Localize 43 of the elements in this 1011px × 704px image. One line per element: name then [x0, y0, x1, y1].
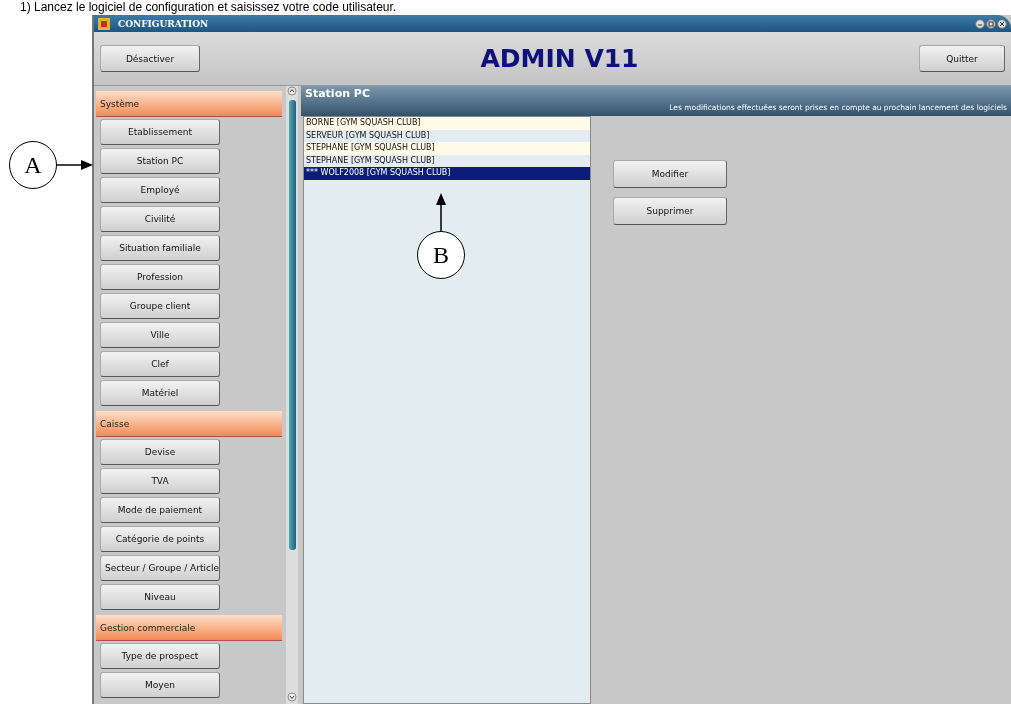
list-item[interactable]: STEPHANE [GYM SQUASH CLUB]	[304, 142, 590, 155]
close-icon[interactable]	[997, 18, 1007, 29]
panel-title: Station PC	[305, 86, 371, 102]
action-button[interactable]: Supprimer	[613, 197, 727, 225]
sidebar-button[interactable]: Moyen	[100, 672, 220, 698]
deactivate-button[interactable]: Désactiver	[100, 45, 200, 72]
sidebar-button[interactable]: Matériel	[100, 380, 220, 406]
callout-label: A	[9, 141, 57, 189]
sidebar-button[interactable]: Clef	[100, 351, 220, 377]
callout-arrow	[57, 159, 93, 171]
sidebar-button[interactable]: Employé	[100, 177, 220, 203]
sidebar-button[interactable]: Etablissement	[100, 119, 220, 145]
section-header: Gestion commerciale	[96, 615, 282, 641]
scrollbar[interactable]	[286, 86, 298, 704]
sidebar-button[interactable]: Catégorie de points	[100, 526, 220, 552]
section-header: Caisse	[96, 411, 282, 437]
scroll-up-icon[interactable]	[287, 86, 297, 96]
sidebar-button[interactable]: Profession	[100, 264, 220, 290]
callout-arrow	[435, 193, 447, 231]
sidebar-button[interactable]: Mode de paiement	[100, 497, 220, 523]
scroll-down-icon[interactable]	[287, 692, 297, 702]
sidebar-button[interactable]: Ville	[100, 322, 220, 348]
sidebar-button[interactable]: Civilité	[100, 206, 220, 232]
instruction-text: 1) Lancez le logiciel de configuration et saisissez votre code utilisateur.	[19, 0, 398, 14]
scroll-thumb[interactable]	[288, 100, 296, 550]
maximize-icon[interactable]	[986, 18, 996, 29]
app-icon	[98, 17, 110, 30]
minimize-icon[interactable]	[975, 18, 985, 29]
sidebar-button[interactable]: Station PC	[100, 148, 220, 174]
list-item[interactable]: BORNE [GYM SQUASH CLUB]	[304, 117, 590, 130]
action-button[interactable]: Modifier	[613, 160, 727, 188]
sidebar-button[interactable]: TVA	[100, 468, 220, 494]
sidebar-button[interactable]: Niveau	[100, 584, 220, 610]
sidebar-button[interactable]: Devise	[100, 439, 220, 465]
quit-button[interactable]: Quitter	[919, 45, 1005, 72]
list-item[interactable]: *** WOLF2008 [GYM SQUASH CLUB]	[304, 167, 590, 180]
sidebar-button[interactable]: Situation familiale	[100, 235, 220, 261]
app-heading: ADMIN V11	[479, 44, 640, 73]
sidebar-button[interactable]: Type de prospect	[100, 643, 220, 669]
window-title: CONFIGURATION	[118, 18, 209, 29]
sidebar-button[interactable]: Secteur / Groupe / Article	[100, 555, 220, 581]
sidebar-button[interactable]: Groupe client	[100, 293, 220, 319]
section-header: Système	[96, 91, 282, 117]
